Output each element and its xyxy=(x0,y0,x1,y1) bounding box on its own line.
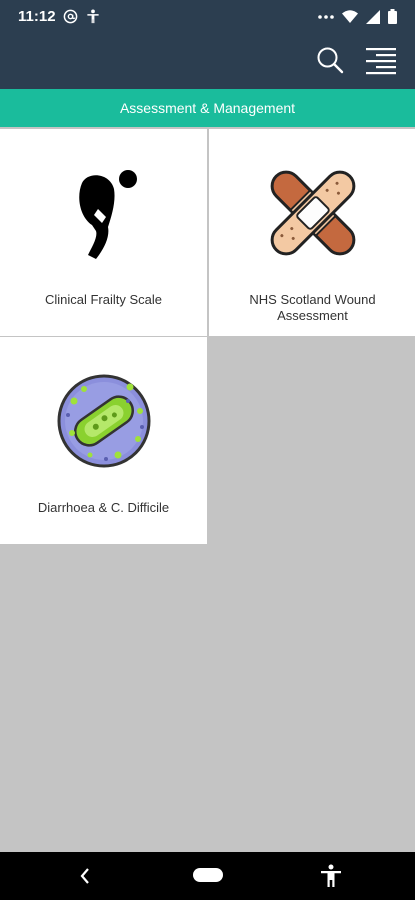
search-icon[interactable] xyxy=(316,46,344,74)
signal-icon xyxy=(366,9,380,24)
accessibility-icon[interactable] xyxy=(320,864,342,888)
status-right-icons xyxy=(318,9,397,24)
section-title: Assessment & Management xyxy=(0,89,415,127)
app-bar xyxy=(0,34,415,89)
tile-nhs-scotland-wound-assessment[interactable]: NHS Scotland Wound Assessment xyxy=(209,129,415,336)
tile-label: NHS Scotland Wound Assessment xyxy=(249,292,376,323)
status-left-icons xyxy=(63,9,100,24)
home-icon[interactable] xyxy=(193,868,223,882)
tile-diarrhoea-c-difficile[interactable]: Diarrhoea & C. Difficile xyxy=(0,337,207,544)
person-icon xyxy=(87,9,99,24)
tile-label: Clinical Frailty Scale xyxy=(44,292,163,307)
wifi-icon xyxy=(342,10,358,23)
frailty-person-icon xyxy=(78,170,137,259)
battery-icon xyxy=(388,9,397,24)
tile-clinical-frailty-scale[interactable]: Clinical Frailty Scale xyxy=(0,129,207,336)
more-dots-icon xyxy=(318,14,334,19)
status-time: 11:12 xyxy=(18,8,56,25)
menu-icon[interactable] xyxy=(366,46,396,76)
bandage-icon xyxy=(270,170,355,256)
tile-label: Diarrhoea & C. Difficile xyxy=(37,500,170,515)
status-bar: 11:12 xyxy=(0,0,415,34)
bacteria-icon xyxy=(57,374,150,468)
system-nav-bar xyxy=(0,852,415,900)
back-icon[interactable] xyxy=(78,866,92,886)
at-sign-icon xyxy=(63,9,78,24)
